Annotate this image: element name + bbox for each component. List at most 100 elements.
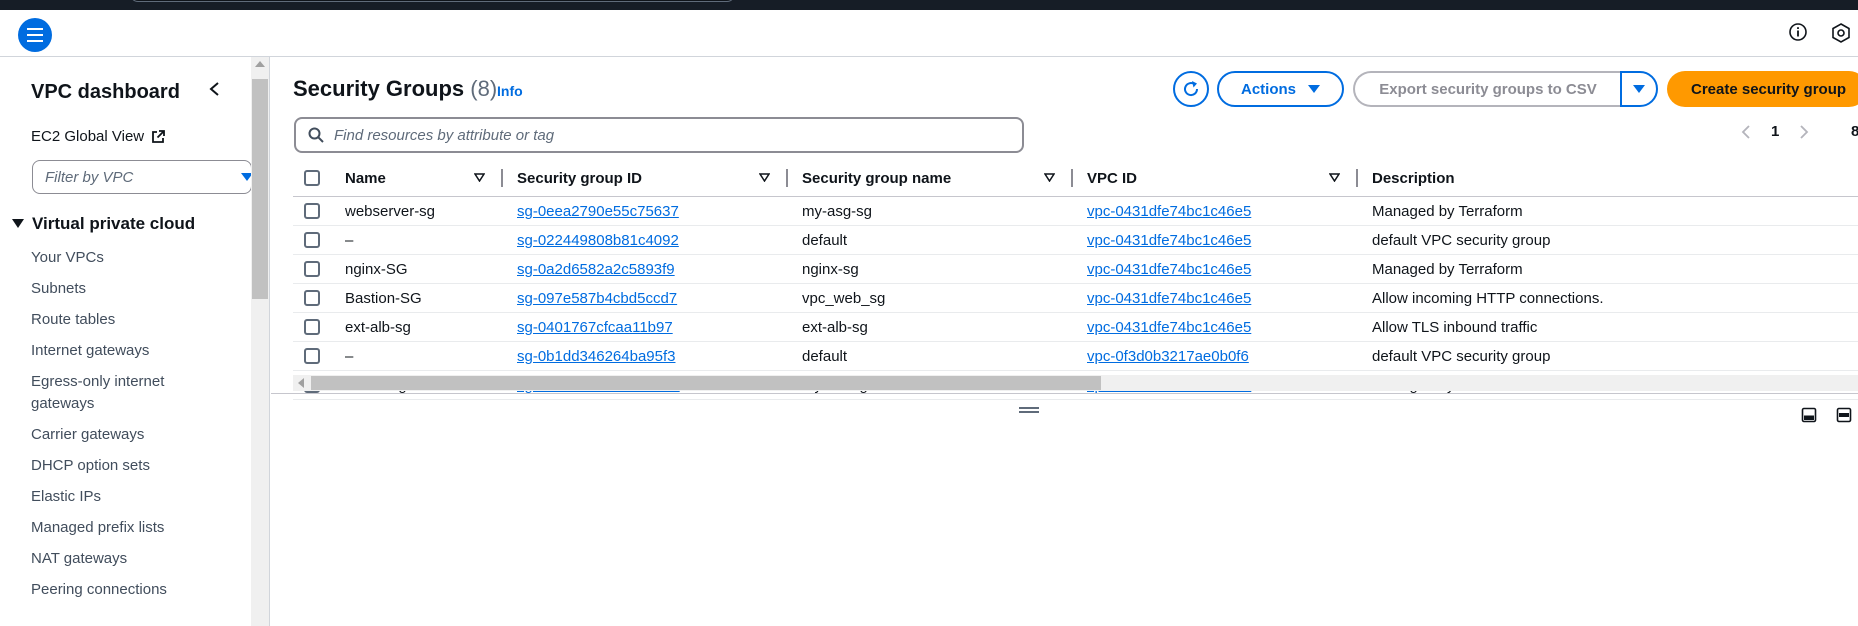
cell-security-group-id: sg-022449808b81c4092 — [503, 225, 788, 255]
sidebar-item-managed-prefix-lists[interactable]: Managed prefix lists — [31, 517, 211, 539]
column-header-security-group-id[interactable]: Security group ID — [503, 160, 788, 197]
sidebar-item-peering-connections[interactable]: Peering connections — [31, 579, 211, 601]
vpc-id-link[interactable]: vpc-0f3d0b3217ae0b0f6 — [1087, 348, 1249, 365]
column-header-description[interactable]: Description — [1358, 160, 1858, 197]
security-group-id-link[interactable]: sg-0b1dd346264ba95f3 — [517, 348, 675, 365]
search-input[interactable] — [334, 126, 984, 144]
panel-bottom-icon[interactable] — [1801, 407, 1817, 423]
security-group-id-link[interactable]: sg-0eea2790e55c75637 — [517, 203, 679, 220]
sidebar-item-your-vpcs[interactable]: Your VPCs — [31, 247, 211, 269]
table-row[interactable]: webserver-sg sg-0eea2790e55c75637 my-asg… — [293, 196, 1858, 226]
security-group-id-link[interactable]: sg-0401767cfcaa11b97 — [517, 319, 673, 336]
search-field[interactable] — [294, 117, 1024, 153]
vpc-id-link[interactable]: vpc-0431dfe74bc1c46e5 — [1087, 232, 1251, 249]
ec2-global-view-link[interactable]: EC2 Global View — [31, 128, 166, 145]
row-checkbox[interactable] — [304, 261, 320, 277]
row-select-cell — [293, 196, 331, 226]
chevron-left-icon[interactable] — [208, 81, 222, 97]
table-row[interactable]: ext-alb-sg sg-0401767cfcaa11b97 ext-alb-… — [293, 312, 1858, 342]
page-number[interactable]: 1 — [1771, 123, 1779, 140]
cell-vpc-id: vpc-0431dfe74bc1c46e5 — [1073, 196, 1358, 226]
cell-vpc-id: vpc-0431dfe74bc1c46e5 — [1073, 283, 1358, 313]
global-top-bar — [0, 0, 1858, 10]
vpc-id-link[interactable]: vpc-0431dfe74bc1c46e5 — [1087, 203, 1251, 220]
sidebar-item-subnets[interactable]: Subnets — [31, 278, 211, 300]
menu-button[interactable] — [18, 18, 52, 52]
security-group-id-link[interactable]: sg-0a2d6582a2c5893f9 — [517, 261, 675, 278]
create-security-group-button[interactable]: Create security group — [1667, 71, 1858, 107]
row-checkbox[interactable] — [304, 319, 320, 335]
chevron-right-icon[interactable] — [1799, 124, 1809, 140]
security-group-id-link[interactable]: sg-097e587b4cbd5ccd7 — [517, 290, 677, 307]
row-checkbox[interactable] — [304, 232, 320, 248]
panel-side-icon[interactable] — [1836, 407, 1852, 423]
cell-security-group-id: sg-097e587b4cbd5ccd7 — [503, 283, 788, 313]
column-header-name[interactable]: Name — [331, 160, 503, 197]
sort-triangle-icon[interactable] — [1329, 173, 1340, 182]
scrollbar-thumb[interactable] — [252, 79, 268, 299]
pagination: 1 8 — [1741, 123, 1858, 140]
vpc-id-link[interactable]: vpc-0431dfe74bc1c46e5 — [1087, 261, 1251, 278]
navigation-sidebar: VPC dashboard EC2 Global View Filter by … — [0, 57, 270, 626]
vpc-id-link[interactable]: vpc-0431dfe74bc1c46e5 — [1087, 319, 1251, 336]
row-select-cell — [293, 225, 331, 255]
sort-triangle-icon[interactable] — [474, 173, 485, 182]
row-checkbox[interactable] — [304, 348, 320, 364]
cell-description: Allow incoming HTTP connections. — [1358, 283, 1858, 313]
sidebar-item-nat-gateways[interactable]: NAT gateways — [31, 548, 211, 570]
column-label: Security group name — [802, 169, 952, 187]
settings-hexagon-icon[interactable] — [1830, 22, 1852, 44]
sidebar-item-route-tables[interactable]: Route tables — [31, 309, 211, 331]
column-label: Name — [345, 169, 386, 187]
search-icon — [308, 127, 324, 143]
sidebar-title: VPC dashboard — [31, 81, 180, 103]
cell-security-group-name: my-asg-sg — [788, 196, 1073, 226]
export-csv-button[interactable]: Export security groups to CSV — [1353, 71, 1621, 107]
refresh-button[interactable] — [1173, 71, 1209, 107]
info-link[interactable]: Info — [497, 83, 523, 99]
table-row[interactable]: Bastion-SG sg-097e587b4cbd5ccd7 vpc_web_… — [293, 283, 1858, 313]
settings-edge-glyph[interactable]: 8 — [1851, 123, 1858, 140]
cell-security-group-name: ext-alb-sg — [788, 312, 1073, 342]
cell-vpc-id: vpc-0f3d0b3217ae0b0f6 — [1073, 341, 1358, 371]
sort-triangle-icon[interactable] — [759, 173, 770, 182]
vpc-id-link[interactable]: vpc-0431dfe74bc1c46e5 — [1087, 290, 1251, 307]
sort-triangle-icon[interactable] — [1044, 173, 1055, 182]
column-header-vpc-id[interactable]: VPC ID — [1073, 160, 1358, 197]
sidebar-item-egress-only-internet-gateways[interactable]: Egress-only internet gateways — [31, 371, 211, 415]
export-dropdown-button[interactable] — [1620, 71, 1658, 107]
scrollbar-thumb[interactable] — [311, 376, 1101, 390]
sidebar-item-internet-gateways[interactable]: Internet gateways — [31, 340, 211, 362]
cell-security-group-name: nginx-sg — [788, 254, 1073, 284]
sidebar-item-carrier-gateways[interactable]: Carrier gateways — [31, 424, 211, 446]
section-virtual-private-cloud[interactable]: Virtual private cloud — [12, 214, 195, 234]
cell-vpc-id: vpc-0431dfe74bc1c46e5 — [1073, 225, 1358, 255]
sidebar-item-elastic-ips[interactable]: Elastic IPs — [31, 486, 211, 508]
column-label: Description — [1372, 169, 1455, 187]
export-label: Export security groups to CSV — [1379, 80, 1597, 98]
scroll-up-arrow[interactable] — [255, 61, 265, 67]
chevron-left-icon[interactable] — [1741, 124, 1751, 140]
sidebar-scrollbar[interactable] — [251, 57, 269, 626]
global-search-bar[interactable] — [130, 0, 735, 2]
vpc-filter-select[interactable]: Filter by VPC — [32, 160, 253, 194]
actions-button[interactable]: Actions — [1217, 71, 1344, 107]
sidebar-item-dhcp-option-sets[interactable]: DHCP option sets — [31, 455, 211, 477]
column-header-security-group-name[interactable]: Security group name — [788, 160, 1073, 197]
select-all-checkbox[interactable] — [304, 170, 320, 186]
info-circle-icon[interactable] — [1788, 22, 1808, 42]
table-row[interactable]: – sg-022449808b81c4092 default vpc-0431d… — [293, 225, 1858, 255]
split-panel-resize-handle[interactable] — [1019, 407, 1039, 415]
row-checkbox[interactable] — [304, 203, 320, 219]
table-row[interactable]: nginx-SG sg-0a2d6582a2c5893f9 nginx-sg v… — [293, 254, 1858, 284]
cell-name: Bastion-SG — [331, 283, 503, 313]
row-checkbox[interactable] — [304, 290, 320, 306]
scroll-left-arrow[interactable] — [298, 378, 304, 388]
cell-vpc-id: vpc-0431dfe74bc1c46e5 — [1073, 254, 1358, 284]
table-horizontal-scrollbar[interactable] — [293, 375, 1858, 391]
table-row[interactable]: – sg-0b1dd346264ba95f3 default vpc-0f3d0… — [293, 341, 1858, 371]
cell-name: – — [331, 341, 503, 371]
cell-security-group-id: sg-0a2d6582a2c5893f9 — [503, 254, 788, 284]
security-group-id-link[interactable]: sg-022449808b81c4092 — [517, 232, 679, 249]
refresh-icon — [1184, 81, 1199, 97]
